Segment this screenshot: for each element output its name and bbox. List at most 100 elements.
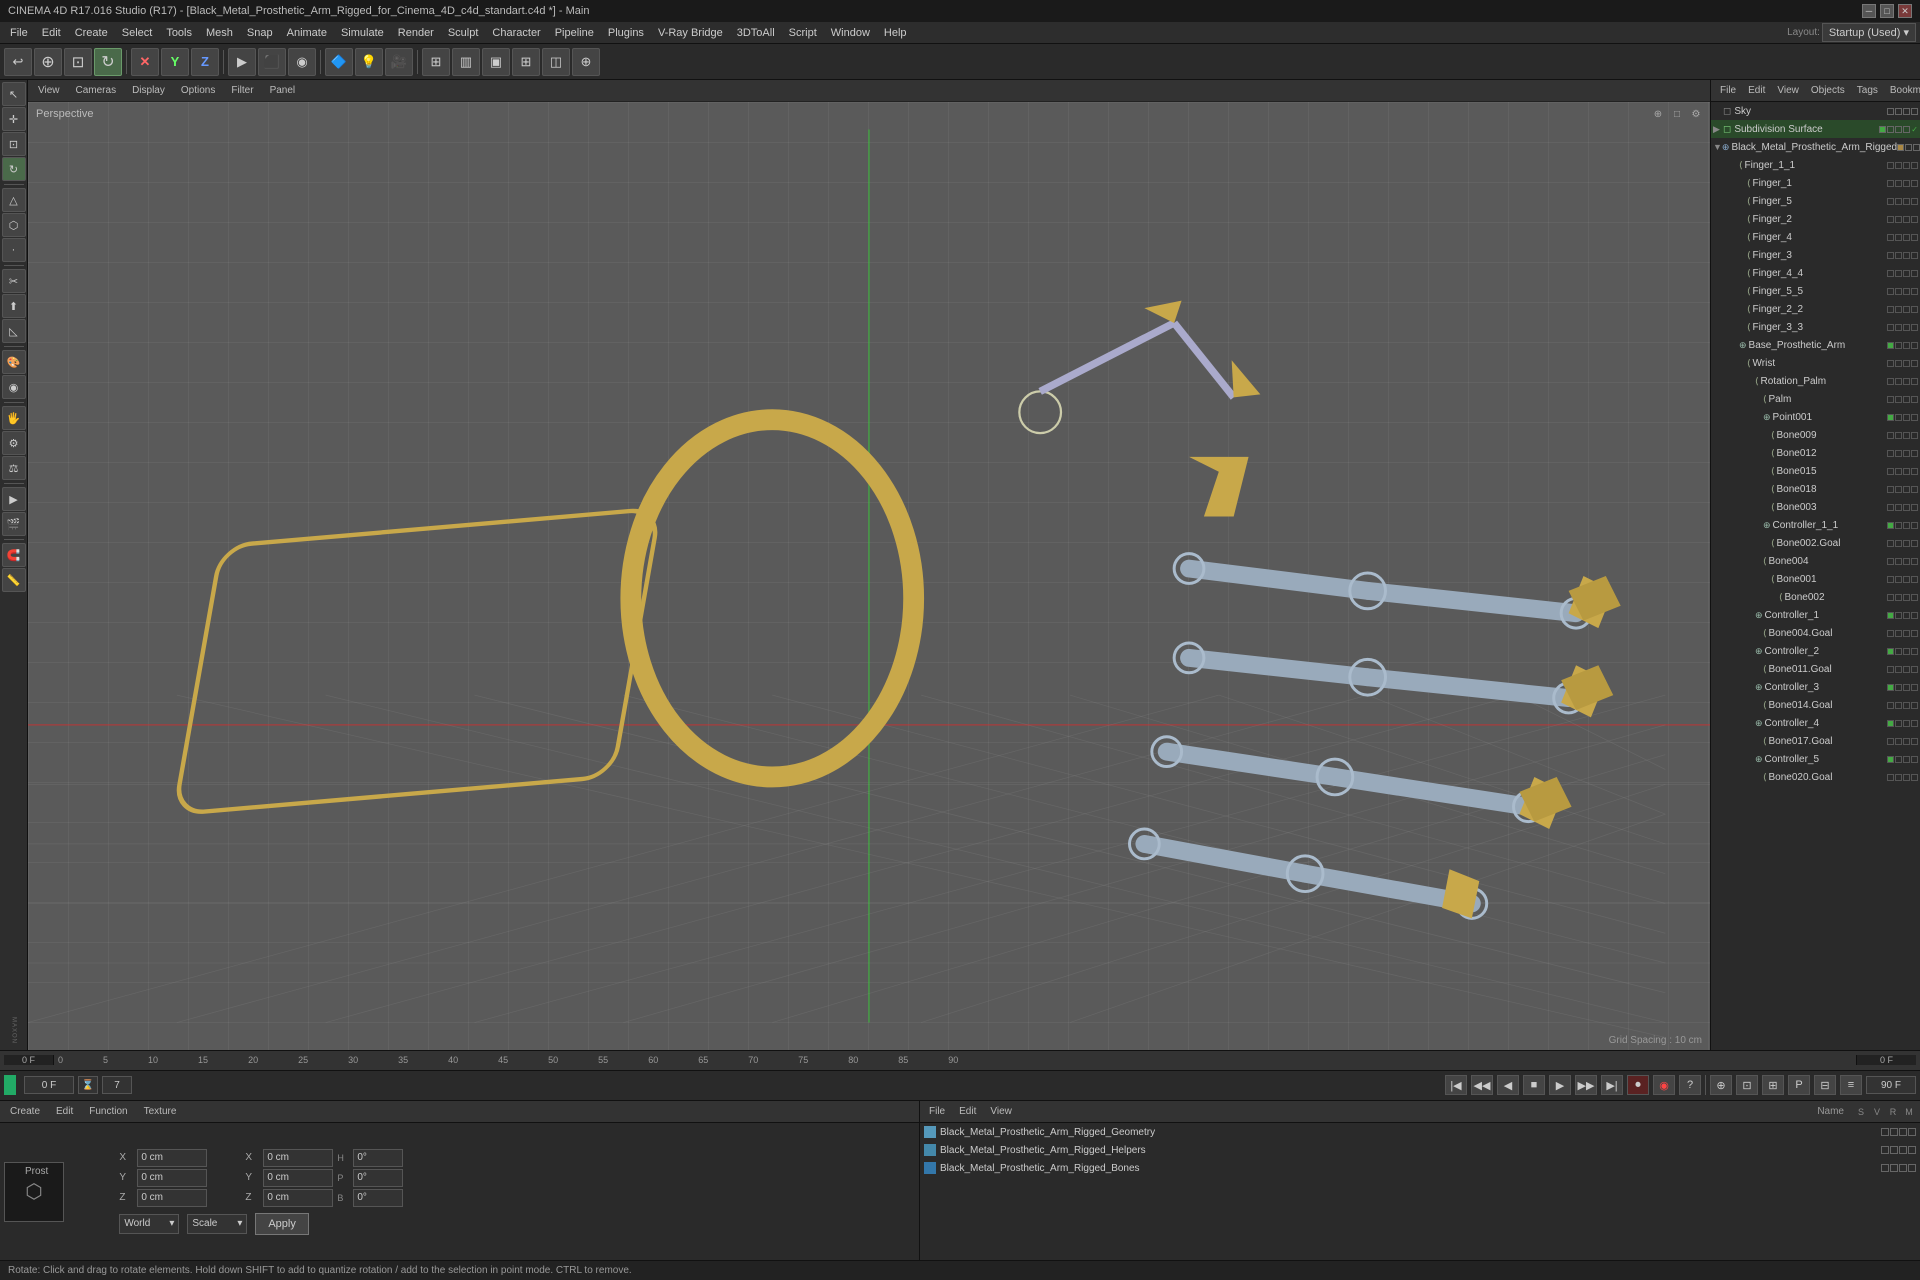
lt-rotate[interactable]: ↻ bbox=[2, 157, 26, 181]
om-item-finger-5-5[interactable]: ⟨ Finger_5_5 bbox=[1711, 282, 1920, 300]
om-dot4-15[interactable] bbox=[1911, 432, 1918, 439]
om-dot3-12[interactable] bbox=[1903, 378, 1910, 385]
om-dot2-15[interactable] bbox=[1895, 432, 1902, 439]
om-dot1-33[interactable] bbox=[1887, 756, 1894, 763]
close-button[interactable]: ✕ bbox=[1898, 4, 1912, 18]
om-dot4-25[interactable] bbox=[1911, 612, 1918, 619]
om-dot4-8[interactable] bbox=[1911, 306, 1918, 313]
om-dot2-14[interactable] bbox=[1895, 414, 1902, 421]
om-file-menu[interactable]: File bbox=[1715, 84, 1741, 97]
coord-x-pos[interactable] bbox=[137, 1149, 207, 1167]
restore-button[interactable]: □ bbox=[1880, 4, 1894, 18]
om-dot3-28[interactable] bbox=[1903, 666, 1910, 673]
om-dot2-31[interactable] bbox=[1895, 720, 1902, 727]
lt-knife[interactable]: ✂ bbox=[2, 269, 26, 293]
om-sq-arm3[interactable] bbox=[1913, 144, 1920, 151]
om-dot2-7[interactable] bbox=[1895, 288, 1902, 295]
menu-mesh[interactable]: Mesh bbox=[200, 25, 239, 41]
om-dot3-19[interactable] bbox=[1903, 504, 1910, 511]
om-dot3-24[interactable] bbox=[1903, 594, 1910, 601]
vp-display-menu[interactable]: Display bbox=[126, 84, 171, 97]
vp-cameras-menu[interactable]: Cameras bbox=[70, 84, 123, 97]
om-dot3-3[interactable] bbox=[1903, 216, 1910, 223]
om-dot2-34[interactable] bbox=[1895, 774, 1902, 781]
omb-view-menu[interactable]: View bbox=[985, 1105, 1017, 1118]
om-item-finger-4-4[interactable]: ⟨ Finger_4_4 bbox=[1711, 264, 1920, 282]
om-dot3-9[interactable] bbox=[1903, 324, 1910, 331]
lt-texture[interactable]: 🎨 bbox=[2, 350, 26, 374]
om-dot-arm[interactable] bbox=[1897, 144, 1904, 151]
om-dot1-31[interactable] bbox=[1887, 720, 1894, 727]
coord-x-size[interactable] bbox=[263, 1149, 333, 1167]
om-dot1-1[interactable] bbox=[1887, 180, 1894, 187]
lt-pose[interactable]: 🖐 bbox=[2, 406, 26, 430]
om-dot4-33[interactable] bbox=[1911, 756, 1918, 763]
om-item-bone004-goal[interactable]: ⟨ Bone004.Goal bbox=[1711, 624, 1920, 642]
lt-select[interactable]: ↖ bbox=[2, 82, 26, 106]
attr-texture-menu[interactable]: Texture bbox=[138, 1105, 183, 1118]
world-dropdown[interactable]: World ▾ bbox=[119, 1214, 179, 1234]
om-dot2-27[interactable] bbox=[1895, 648, 1902, 655]
om-dot4-20[interactable] bbox=[1911, 522, 1918, 529]
menu-file[interactable]: File bbox=[4, 25, 34, 41]
vp-panel-menu[interactable]: Panel bbox=[264, 84, 302, 97]
om-sq4[interactable] bbox=[1911, 108, 1918, 115]
render-region[interactable]: ◉ bbox=[288, 48, 316, 76]
coord-y-pos[interactable] bbox=[137, 1169, 207, 1187]
tl-tool1[interactable]: ⊕ bbox=[1710, 1075, 1732, 1095]
menu-3dtoall[interactable]: 3DToAll bbox=[731, 25, 781, 41]
menu-simulate[interactable]: Simulate bbox=[335, 25, 390, 41]
om-dot2-6[interactable] bbox=[1895, 270, 1902, 277]
om-dot2-24[interactable] bbox=[1895, 594, 1902, 601]
om-dot1-7[interactable] bbox=[1887, 288, 1894, 295]
om-dot4-6[interactable] bbox=[1911, 270, 1918, 277]
attr-create-menu[interactable]: Create bbox=[4, 1105, 46, 1118]
om-dot2-28[interactable] bbox=[1895, 666, 1902, 673]
om-dot3-10[interactable] bbox=[1903, 342, 1910, 349]
om-dot1-29[interactable] bbox=[1887, 684, 1894, 691]
om-dot4-11[interactable] bbox=[1911, 360, 1918, 367]
om-dot1-15[interactable] bbox=[1887, 432, 1894, 439]
menu-create[interactable]: Create bbox=[69, 25, 114, 41]
om-dot-subdiv[interactable] bbox=[1879, 126, 1886, 133]
coord-h-rot[interactable] bbox=[353, 1149, 403, 1167]
om-dot2-19[interactable] bbox=[1895, 504, 1902, 511]
lt-anim[interactable]: 🎬 bbox=[2, 512, 26, 536]
scene-objects[interactable]: 🔷 bbox=[325, 48, 353, 76]
om-view-menu[interactable]: View bbox=[1772, 84, 1804, 97]
frame-step-field[interactable] bbox=[102, 1076, 132, 1094]
menu-pipeline[interactable]: Pipeline bbox=[549, 25, 600, 41]
om-dot4-22[interactable] bbox=[1911, 558, 1918, 565]
vp-view-menu[interactable]: View bbox=[32, 84, 66, 97]
layout-4view[interactable]: ⊞ bbox=[422, 48, 450, 76]
om-dot2-1[interactable] bbox=[1895, 180, 1902, 187]
om-item-bone012[interactable]: ⟨ Bone012 bbox=[1711, 444, 1920, 462]
tool-move[interactable]: ⊕ bbox=[34, 48, 62, 76]
om-item-subdivision[interactable]: ▶ ◻ Subdivision Surface ✓ bbox=[1711, 120, 1920, 138]
motion-record-button[interactable]: ? bbox=[1679, 1075, 1701, 1095]
om-dot4-3[interactable] bbox=[1911, 216, 1918, 223]
om-sq-subdiv4[interactable] bbox=[1903, 126, 1910, 133]
om-tags-menu[interactable]: Tags bbox=[1852, 84, 1883, 97]
om-item-finger-3-3[interactable]: ⟨ Finger_3_3 bbox=[1711, 318, 1920, 336]
om-item-controller-1-1[interactable]: ⊕ Controller_1_1 bbox=[1711, 516, 1920, 534]
tl-tool4[interactable]: P bbox=[1788, 1075, 1810, 1095]
om-dot3-31[interactable] bbox=[1903, 720, 1910, 727]
om-dot2-11[interactable] bbox=[1895, 360, 1902, 367]
omb-dot-g2[interactable] bbox=[1890, 1128, 1898, 1136]
om-dot2-17[interactable] bbox=[1895, 468, 1902, 475]
om-dot1-12[interactable] bbox=[1887, 378, 1894, 385]
tool-scale[interactable]: ⊡ bbox=[64, 48, 92, 76]
coord-p-rot[interactable] bbox=[353, 1169, 403, 1187]
menu-script[interactable]: Script bbox=[783, 25, 823, 41]
om-dot3-23[interactable] bbox=[1903, 576, 1910, 583]
om-dot4-18[interactable] bbox=[1911, 486, 1918, 493]
prev-frame-button[interactable]: ◀◀ bbox=[1471, 1075, 1493, 1095]
om-dot2-12[interactable] bbox=[1895, 378, 1902, 385]
omb-dot-b4[interactable] bbox=[1908, 1164, 1916, 1172]
om-dot3-29[interactable] bbox=[1903, 684, 1910, 691]
om-item-point001[interactable]: ⊕ Point001 bbox=[1711, 408, 1920, 426]
om-dot1-19[interactable] bbox=[1887, 504, 1894, 511]
om-dot3-13[interactable] bbox=[1903, 396, 1910, 403]
om-dot3-27[interactable] bbox=[1903, 648, 1910, 655]
